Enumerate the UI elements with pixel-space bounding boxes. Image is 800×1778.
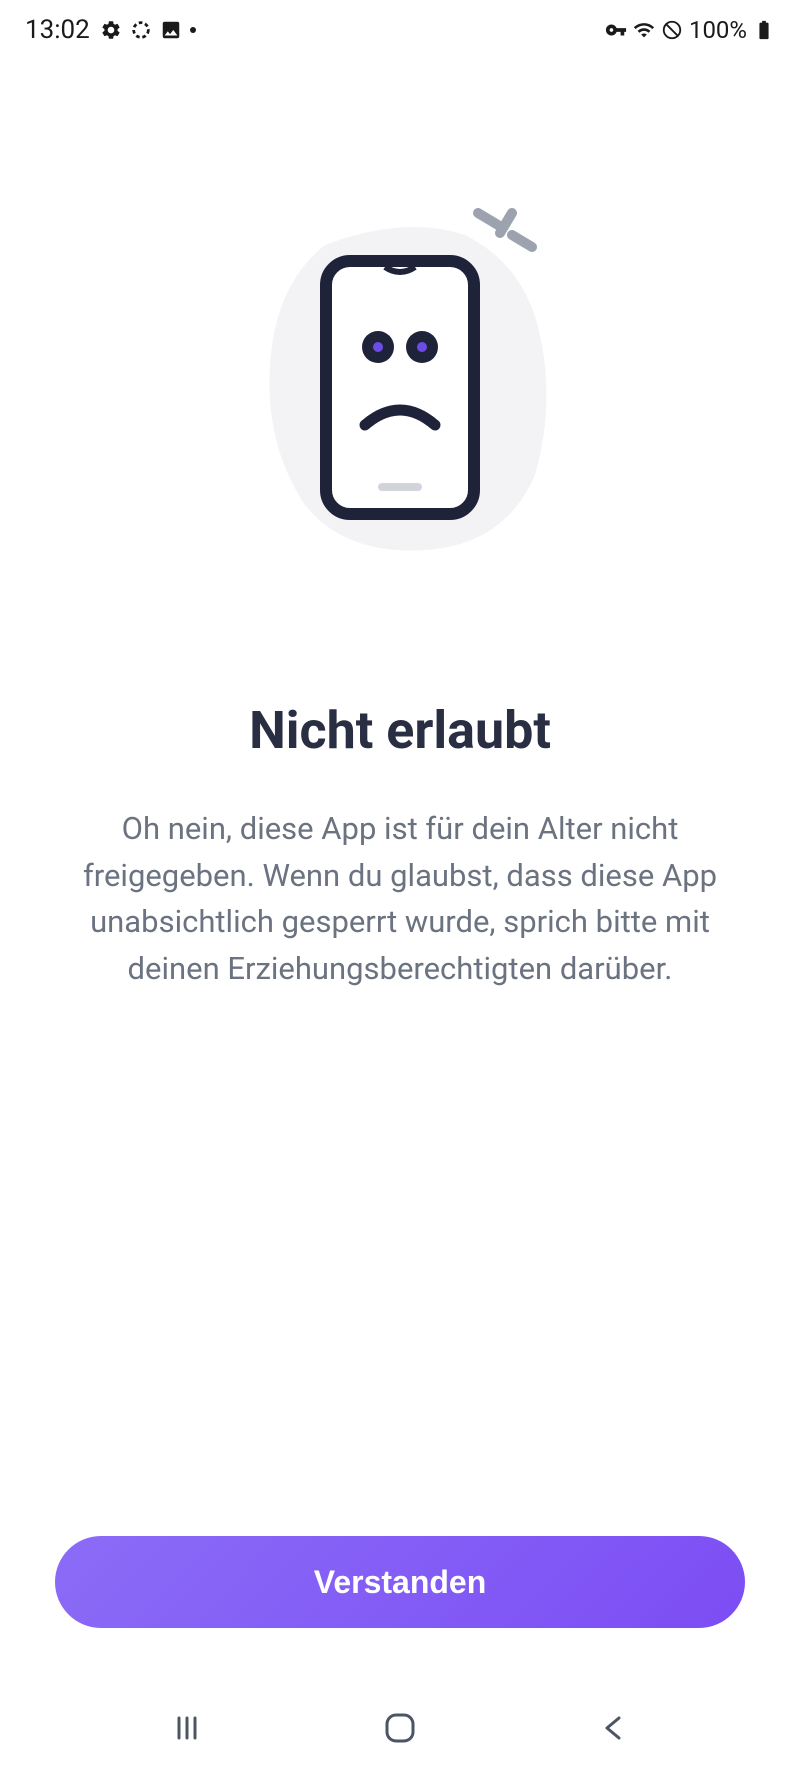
back-button[interactable] <box>583 1698 643 1758</box>
page-title: Nicht erlaubt <box>249 700 551 761</box>
no-sim-icon <box>661 19 683 41</box>
home-icon <box>383 1711 417 1745</box>
battery-text: 100% <box>689 16 747 44</box>
content-area: Nicht erlaubt Oh nein, diese App ist für… <box>0 60 800 1678</box>
status-bar: 13:02 100% <box>0 0 800 60</box>
recent-apps-icon <box>171 1712 203 1744</box>
circle-icon <box>130 19 152 41</box>
image-icon <box>160 19 182 41</box>
sad-phone-icon <box>320 255 480 520</box>
wifi-icon <box>633 19 655 41</box>
page-description: Oh nein, diese App ist für dein Alter ni… <box>60 806 740 992</box>
back-icon <box>599 1714 627 1742</box>
status-left: 13:02 <box>25 15 196 45</box>
settings-icon <box>100 19 122 41</box>
home-button[interactable] <box>370 1698 430 1758</box>
x-marks-icon <box>470 205 540 265</box>
recent-apps-button[interactable] <box>157 1698 217 1758</box>
battery-icon <box>753 19 775 41</box>
dot-icon <box>190 27 196 33</box>
status-right: 100% <box>605 16 775 44</box>
nav-bar <box>0 1678 800 1778</box>
status-time: 13:02 <box>25 15 90 45</box>
sad-phone-illustration <box>240 200 560 560</box>
status-icons-left <box>100 19 196 41</box>
understood-button[interactable]: Verstanden <box>55 1536 745 1628</box>
key-icon <box>605 19 627 41</box>
